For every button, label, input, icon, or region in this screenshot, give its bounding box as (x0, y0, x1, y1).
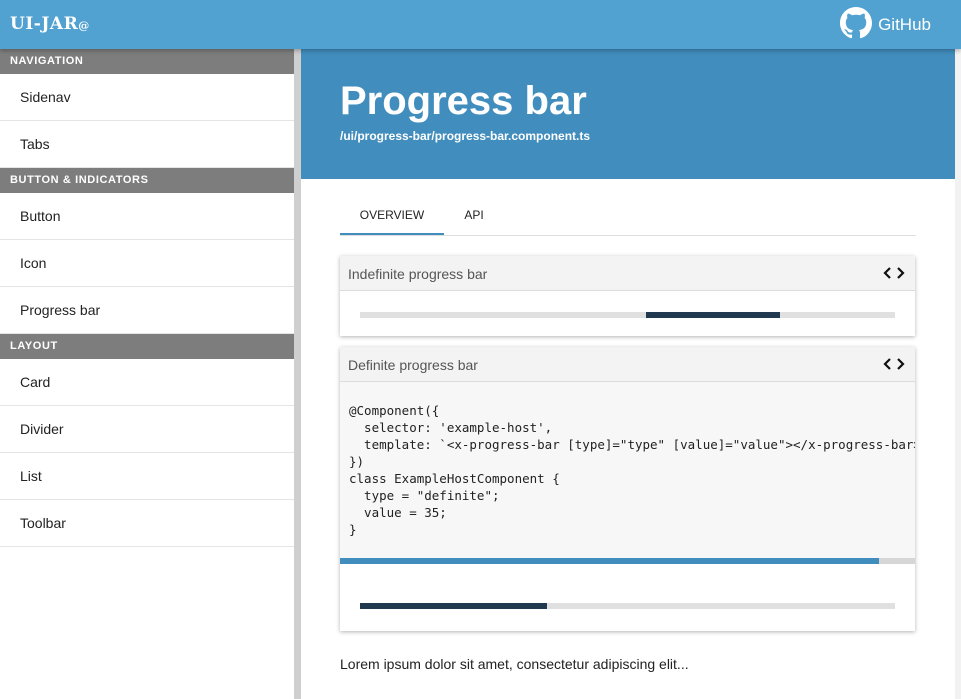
card-header: Indefinite progress bar (340, 256, 915, 291)
tab-overview[interactable]: OVERVIEW (340, 199, 444, 235)
card-title: Indefinite progress bar (348, 266, 488, 282)
progress-bar-definite (360, 603, 895, 609)
github-link[interactable]: GitHub (840, 6, 931, 44)
code-icon[interactable] (883, 356, 905, 372)
sidebar-item-card[interactable]: Card (0, 359, 294, 406)
progress-bar-indefinite (360, 312, 895, 318)
sidebar-item-icon[interactable]: Icon (0, 240, 294, 287)
main-content: Progress bar /ui/progress-bar/progress-b… (301, 49, 961, 699)
card-title: Definite progress bar (348, 357, 478, 373)
tab-api[interactable]: API (444, 199, 504, 235)
top-toolbar: UI-JAR@ GitHub (0, 0, 961, 49)
github-icon (840, 6, 878, 44)
progress-indicator (646, 312, 780, 318)
page-title: Progress bar (340, 79, 587, 123)
content-edge (955, 49, 961, 699)
sidebar-item-list[interactable]: List (0, 453, 294, 500)
code-text: @Component({ selector: 'example-host', t… (349, 403, 915, 537)
code-scrollbar[interactable] (340, 558, 915, 564)
example-card-indefinite: Indefinite progress bar (340, 256, 915, 336)
code-snippet[interactable]: @Component({ selector: 'example-host', t… (340, 382, 915, 558)
app-logo-text: UI-JAR (10, 14, 79, 34)
example-card-definite: Definite progress bar @Component({ selec… (340, 347, 915, 631)
github-label: GitHub (878, 15, 931, 34)
sidebar-item-progress-bar[interactable]: Progress bar (0, 287, 294, 334)
sidebar-group-header-button-indicators: BUTTON & INDICATORS (0, 168, 294, 193)
code-scrollbar-thumb[interactable] (340, 558, 879, 564)
page-header: Progress bar /ui/progress-bar/progress-b… (301, 49, 955, 179)
body-text: Lorem ipsum dolor sit amet, consectetur … (340, 656, 689, 672)
sidebar-item-button[interactable]: Button (0, 193, 294, 240)
sidebar: NAVIGATION Sidenav Tabs BUTTON & INDICAT… (0, 49, 294, 699)
sidebar-item-divider[interactable]: Divider (0, 406, 294, 453)
sidebar-divider[interactable] (294, 49, 301, 699)
sidebar-group-header-layout: LAYOUT (0, 334, 294, 359)
code-icon[interactable] (883, 265, 905, 281)
app-logo-suffix: @ (78, 19, 90, 32)
tab-bar: OVERVIEW API (340, 199, 916, 236)
progress-indicator (360, 603, 548, 609)
sidebar-item-tabs[interactable]: Tabs (0, 121, 294, 168)
app-logo[interactable]: UI-JAR@ (10, 14, 90, 34)
sidebar-item-toolbar[interactable]: Toolbar (0, 500, 294, 547)
card-header: Definite progress bar (340, 347, 915, 382)
page-source-path: /ui/progress-bar/progress-bar.component.… (340, 129, 591, 143)
sidebar-item-sidenav[interactable]: Sidenav (0, 74, 294, 121)
sidebar-group-header-navigation: NAVIGATION (0, 49, 294, 74)
